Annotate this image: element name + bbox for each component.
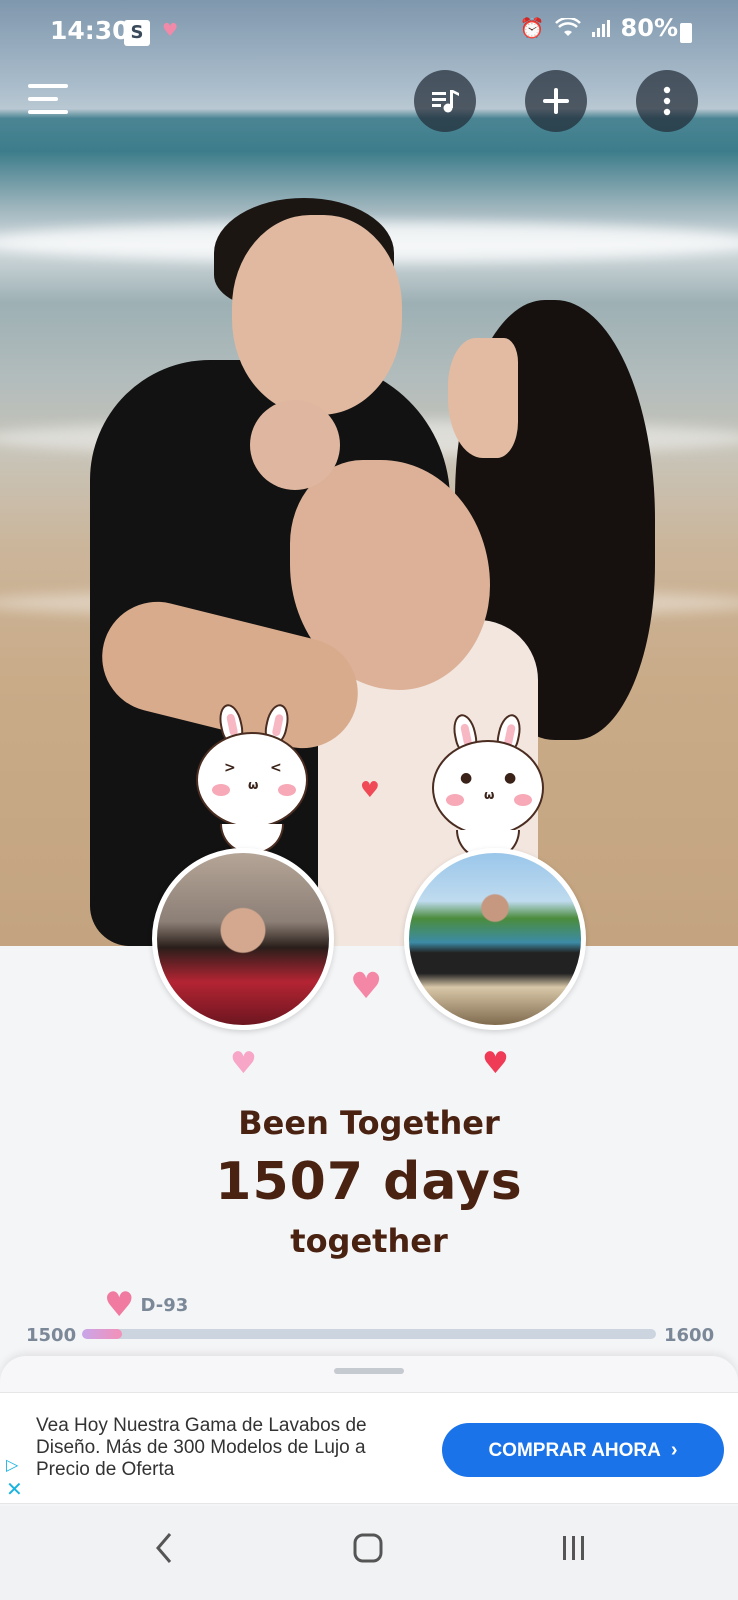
ad-text[interactable]: Vea Hoy Nuestra Gama de Lavabos de Diseñ… (36, 1415, 416, 1481)
partner-left-heart-icon[interactable]: ♥ (230, 1046, 257, 1081)
bunny-sticker-right: ● ● ω (432, 712, 552, 864)
recents-icon (563, 1536, 584, 1560)
progress-track (82, 1329, 656, 1339)
counter-subtitle: together (290, 1222, 448, 1260)
wifi-icon (554, 18, 581, 36)
heart-notification-icon: ♥ (162, 20, 179, 41)
close-icon[interactable]: ✕ (6, 1477, 23, 1501)
bunny-cheek (212, 784, 230, 796)
bunny-head: > < ω (196, 732, 308, 828)
progress-min-label: 1500 (26, 1325, 77, 1346)
back-icon (156, 1533, 172, 1563)
alarm-icon: ⏰ (519, 16, 545, 40)
add-icon (543, 88, 569, 114)
ad-banner[interactable]: Vea Hoy Nuestra Gama de Lavabos de Diseñ… (0, 1392, 738, 1504)
dday-label: D-93 (140, 1294, 189, 1316)
bunny-eye: ● (504, 770, 517, 786)
adchoices-icon[interactable]: ▷ (6, 1455, 18, 1474)
home-icon (353, 1533, 383, 1563)
partner-avatar-right[interactable] (404, 848, 586, 1030)
bunny-sticker-left: > < ω (194, 702, 314, 854)
battery-icon (680, 23, 692, 43)
days-count[interactable]: 1507 days (0, 1152, 738, 1212)
heart-marker-icon: ♥ (104, 1285, 135, 1325)
battery-percent: 80% (620, 14, 678, 42)
bunny-cheek (446, 794, 464, 806)
navigation-bar (0, 1506, 738, 1600)
ad-cta-label: COMPRAR AHORA (488, 1440, 661, 1461)
progress-max-label: 1600 (664, 1325, 715, 1346)
more-options-button[interactable] (636, 70, 698, 132)
music-playlist-button[interactable] (414, 70, 476, 132)
bunny-cheek (278, 784, 296, 796)
bunny-head: ● ● ω (432, 740, 544, 836)
center-heart-icon: ♥ (350, 966, 383, 1007)
add-button[interactable] (525, 70, 587, 132)
sheet-drag-handle[interactable] (334, 1368, 404, 1374)
counter-title: Been Together (238, 1104, 500, 1142)
partner-avatar-left[interactable] (152, 848, 334, 1030)
bunny-eye: > (224, 760, 236, 776)
small-heart-icon: ♥ (360, 778, 380, 803)
recents-button[interactable] (544, 1530, 604, 1576)
s-badge-icon: S (124, 20, 150, 46)
man-head (232, 215, 402, 415)
cover-photo[interactable] (0, 0, 738, 946)
chevron-right-icon: › (670, 1439, 678, 1461)
bunny-mouth: ω (248, 778, 259, 792)
signal-icon (591, 20, 610, 37)
dday-marker: ♥ D-93 (104, 1288, 188, 1322)
back-button[interactable] (134, 1530, 194, 1576)
music-playlist-icon (432, 90, 459, 113)
woman-face (448, 338, 518, 458)
status-icons: ⏰ 80% (520, 14, 678, 42)
progress-fill (82, 1329, 123, 1339)
menu-icon-line (28, 97, 58, 101)
status-time: 14:30 (50, 16, 130, 45)
menu-button[interactable] (28, 82, 74, 122)
bunny-eye: ● (460, 770, 473, 786)
bunny-eye: < (270, 760, 282, 776)
menu-icon-line (28, 110, 68, 114)
status-bar: 14:30 S ♥ ⏰ 80% (0, 0, 738, 64)
bunny-cheek (514, 794, 532, 806)
woman-hand (250, 400, 340, 490)
bunny-mouth: ω (484, 788, 495, 802)
home-button[interactable] (338, 1530, 398, 1576)
partner-right-heart-icon[interactable]: ♥ (482, 1046, 509, 1081)
more-vertical-icon (663, 86, 671, 116)
menu-icon-line (28, 84, 68, 88)
ad-cta-button[interactable]: COMPRAR AHORA › (442, 1423, 724, 1477)
